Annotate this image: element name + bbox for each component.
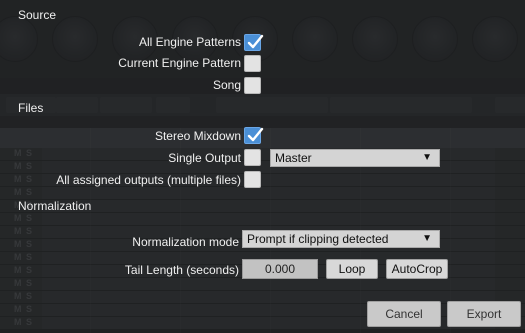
single-output-checkbox[interactable] [244,149,261,166]
export-dialog: Source All Engine Patterns Current Engin… [0,0,525,333]
autocrop-button[interactable]: AutoCrop [386,259,448,279]
normalization-mode-select[interactable]: Prompt if clipping detected ▼ [242,230,440,248]
current-engine-pattern-label: Current Engine Pattern [118,56,241,70]
tail-length-input[interactable]: 0.000 [242,259,318,279]
section-title-files: Files [18,101,44,115]
export-button[interactable]: Export [447,301,521,327]
cancel-button[interactable]: Cancel [367,301,441,327]
tail-length-label: Tail Length (seconds) [124,263,239,277]
normalization-mode-label: Normalization mode [132,235,239,249]
song-label: Song [212,78,241,92]
all-engine-patterns-label: All Engine Patterns [138,35,241,49]
single-output-select-value: Master [275,151,312,165]
checkmark-icon [247,127,264,142]
stereo-mixdown-label: Stereo Mixdown [154,129,241,143]
dropdown-arrow-icon: ▼ [422,233,432,244]
song-checkbox[interactable] [244,77,261,94]
single-output-select[interactable]: Master ▼ [270,149,440,167]
section-title-source: Source [18,8,57,22]
single-output-label: Single Output [168,151,241,165]
checkmark-icon [247,34,264,49]
dropdown-arrow-icon: ▼ [422,152,432,163]
stereo-mixdown-checkbox[interactable] [244,127,264,144]
loop-button[interactable]: Loop [326,259,378,279]
all-assigned-outputs-checkbox[interactable] [244,171,261,188]
normalization-mode-value: Prompt if clipping detected [247,232,389,246]
current-engine-pattern-checkbox[interactable] [244,55,261,72]
all-engine-patterns-checkbox[interactable] [244,34,264,51]
all-assigned-outputs-label: All assigned outputs (multiple files) [56,173,241,187]
section-title-normalization: Normalization [18,199,92,213]
